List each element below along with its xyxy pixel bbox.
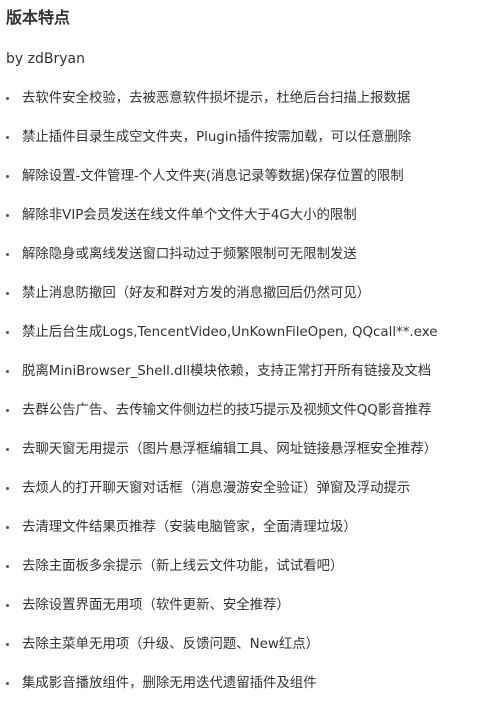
feature-item: 解除设置-文件管理-个人文件夹(消息记录等数据)保存位置的限制 — [6, 166, 474, 205]
feature-item: 解除隐身或离线发送窗口抖动过于频繁限制可无限制发送 — [6, 244, 474, 283]
feature-text: 去除主菜单无用项（升级、反馈问题、New红点） — [22, 637, 320, 652]
feature-item: 脱离MiniBrowser_Shell.dll模块依赖，支持正常打开所有链接及文… — [6, 361, 474, 400]
feature-text: 去除设置界面无用项（软件更新、安全推荐） — [22, 598, 290, 613]
feature-item: 禁止后台生成Logs,TencentVideo,UnKownFileOpen, … — [6, 322, 474, 361]
feature-item: 去清理文件结果页推荐（安装电脑管家，全面清理垃圾） — [6, 517, 474, 556]
bullet-icon — [6, 253, 9, 256]
bullet-icon — [6, 331, 9, 334]
feature-text: 去烦人的打开聊天窗对话框（消息漫游安全验证）弹窗及浮动提示 — [22, 481, 411, 496]
feature-text: 禁止后台生成Logs,TencentVideo,UnKownFileOpen, … — [22, 325, 438, 340]
bullet-icon — [6, 604, 9, 607]
bullet-icon — [6, 214, 9, 217]
bullet-icon — [6, 370, 9, 373]
feature-text: 去聊天窗无用提示（图片悬浮框编辑工具、网址链接悬浮框安全推荐） — [22, 442, 438, 457]
feature-text: 解除设置-文件管理-个人文件夹(消息记录等数据)保存位置的限制 — [22, 169, 404, 184]
feature-text: 去软件安全校验，去被恶意软件损坏提示，杜绝后台扫描上报数据 — [22, 91, 411, 106]
feature-item: 去除设置界面无用项（软件更新、安全推荐） — [6, 595, 474, 634]
feature-text: 去清理文件结果页推荐（安装电脑管家，全面清理垃圾） — [22, 520, 357, 535]
feature-text: 禁止消息防撤回（好友和群对方发的消息撤回后仍然可见） — [22, 286, 371, 301]
bullet-icon — [6, 409, 9, 412]
feature-text: 脱离MiniBrowser_Shell.dll模块依赖，支持正常打开所有链接及文… — [22, 364, 432, 379]
feature-item: 去聊天窗无用提示（图片悬浮框编辑工具、网址链接悬浮框安全推荐） — [6, 439, 474, 478]
feature-item: 集成影音播放组件，删除无用迭代遗留插件及组件 — [6, 673, 474, 712]
feature-item: 去烦人的打开聊天窗对话框（消息漫游安全验证）弹窗及浮动提示 — [6, 478, 474, 517]
bullet-icon — [6, 136, 9, 139]
bullet-icon — [6, 448, 9, 451]
feature-text: 解除隐身或离线发送窗口抖动过于频繁限制可无限制发送 — [22, 247, 357, 262]
bullet-icon — [6, 97, 9, 100]
feature-list: 去软件安全校验，去被恶意软件损坏提示，杜绝后台扫描上报数据 禁止插件目录生成空文… — [6, 88, 474, 712]
bullet-icon — [6, 682, 9, 685]
bullet-icon — [6, 487, 9, 490]
section-title: 版本特点 — [6, 8, 71, 27]
feature-item: 去除主菜单无用项（升级、反馈问题、New红点） — [6, 634, 474, 673]
bullet-icon — [6, 526, 9, 529]
bullet-icon — [6, 175, 9, 178]
bullet-icon — [6, 292, 9, 295]
release-notes: 版本特点 by zdBryan 去软件安全校验，去被恶意软件损坏提示，杜绝后台扫… — [0, 0, 480, 708]
bullet-icon — [6, 643, 9, 646]
feature-item: 禁止插件目录生成空文件夹，Plugin插件按需加载，可以任意删除 — [6, 127, 474, 166]
feature-text: 去除主面板多余提示（新上线云文件功能，试试看吧） — [22, 559, 344, 574]
bullet-icon — [6, 565, 9, 568]
feature-item: 禁止消息防撤回（好友和群对方发的消息撤回后仍然可见） — [6, 283, 474, 322]
feature-item: 去除主面板多余提示（新上线云文件功能，试试看吧） — [6, 556, 474, 595]
author-line: by zdBryan — [6, 51, 85, 67]
feature-item: 去软件安全校验，去被恶意软件损坏提示，杜绝后台扫描上报数据 — [6, 88, 474, 127]
feature-item: 解除非VIP会员发送在线文件单个文件大于4G大小的限制 — [6, 205, 474, 244]
feature-item: 去群公告广告、去传输文件侧边栏的技巧提示及视频文件QQ影音推荐 — [6, 400, 474, 439]
feature-text: 去群公告广告、去传输文件侧边栏的技巧提示及视频文件QQ影音推荐 — [22, 403, 432, 418]
feature-text: 集成影音播放组件，删除无用迭代遗留插件及组件 — [22, 676, 317, 691]
feature-text: 解除非VIP会员发送在线文件单个文件大于4G大小的限制 — [22, 208, 357, 223]
feature-text: 禁止插件目录生成空文件夹，Plugin插件按需加载，可以任意删除 — [22, 130, 412, 145]
